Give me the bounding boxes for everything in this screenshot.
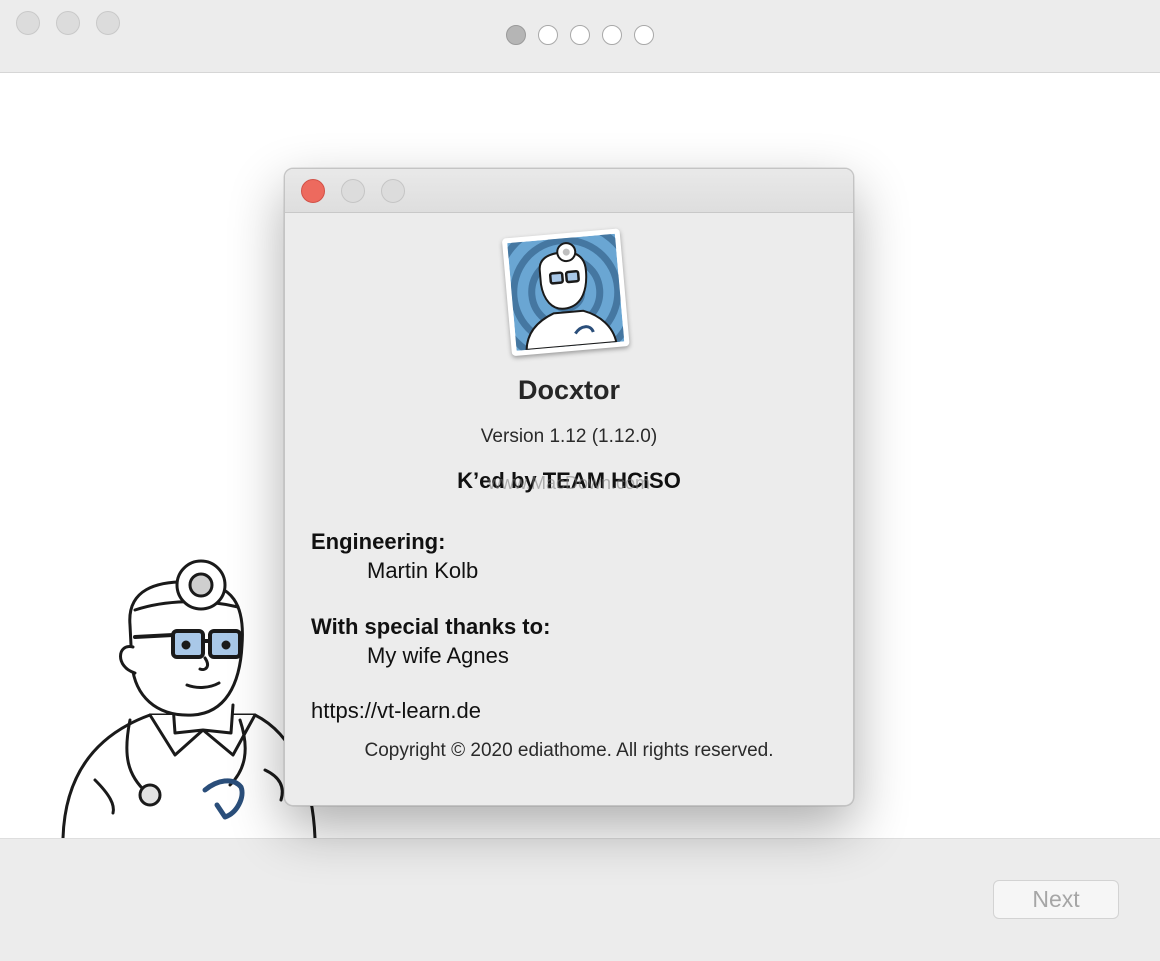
page-dot-3[interactable]: [570, 25, 590, 45]
page-dot-4[interactable]: [602, 25, 622, 45]
dialog-close-button[interactable]: [301, 179, 325, 203]
page-indicator: [0, 25, 1160, 45]
credits-section: Engineering: Martin Kolb With special th…: [311, 527, 831, 725]
docxtor-logo-icon: [507, 233, 625, 351]
engineering-heading: Engineering:: [311, 529, 446, 554]
main-titlebar: [0, 0, 1160, 73]
next-button[interactable]: Next: [993, 880, 1119, 919]
engineering-name: Martin Kolb: [367, 558, 479, 583]
page-dot-5[interactable]: [634, 25, 654, 45]
dialog-minimize-button[interactable]: [341, 179, 365, 203]
watermark-text: www.MacDown.com: [487, 473, 651, 493]
dialog-titlebar: [285, 169, 853, 213]
app-name: Docxtor: [517, 375, 620, 405]
website-link[interactable]: https://vt-learn.de: [311, 696, 831, 725]
thanks-heading: With special thanks to:: [311, 614, 551, 639]
thanks-name: My wife Agnes: [367, 643, 509, 668]
page-dot-1[interactable]: [506, 25, 526, 45]
copyright-text: Copyright © 2020 ediathome. All rights r…: [364, 740, 774, 761]
dialog-zoom-button[interactable]: [381, 179, 405, 203]
version-label: Version 1.12 (1.12.0): [480, 426, 658, 447]
app-icon: [501, 228, 636, 362]
page-dot-2[interactable]: [538, 25, 558, 45]
main-footer: [0, 838, 1160, 961]
about-dialog: Docxtor Version 1.12 (1.12.0) K’ed by TE…: [284, 168, 854, 806]
